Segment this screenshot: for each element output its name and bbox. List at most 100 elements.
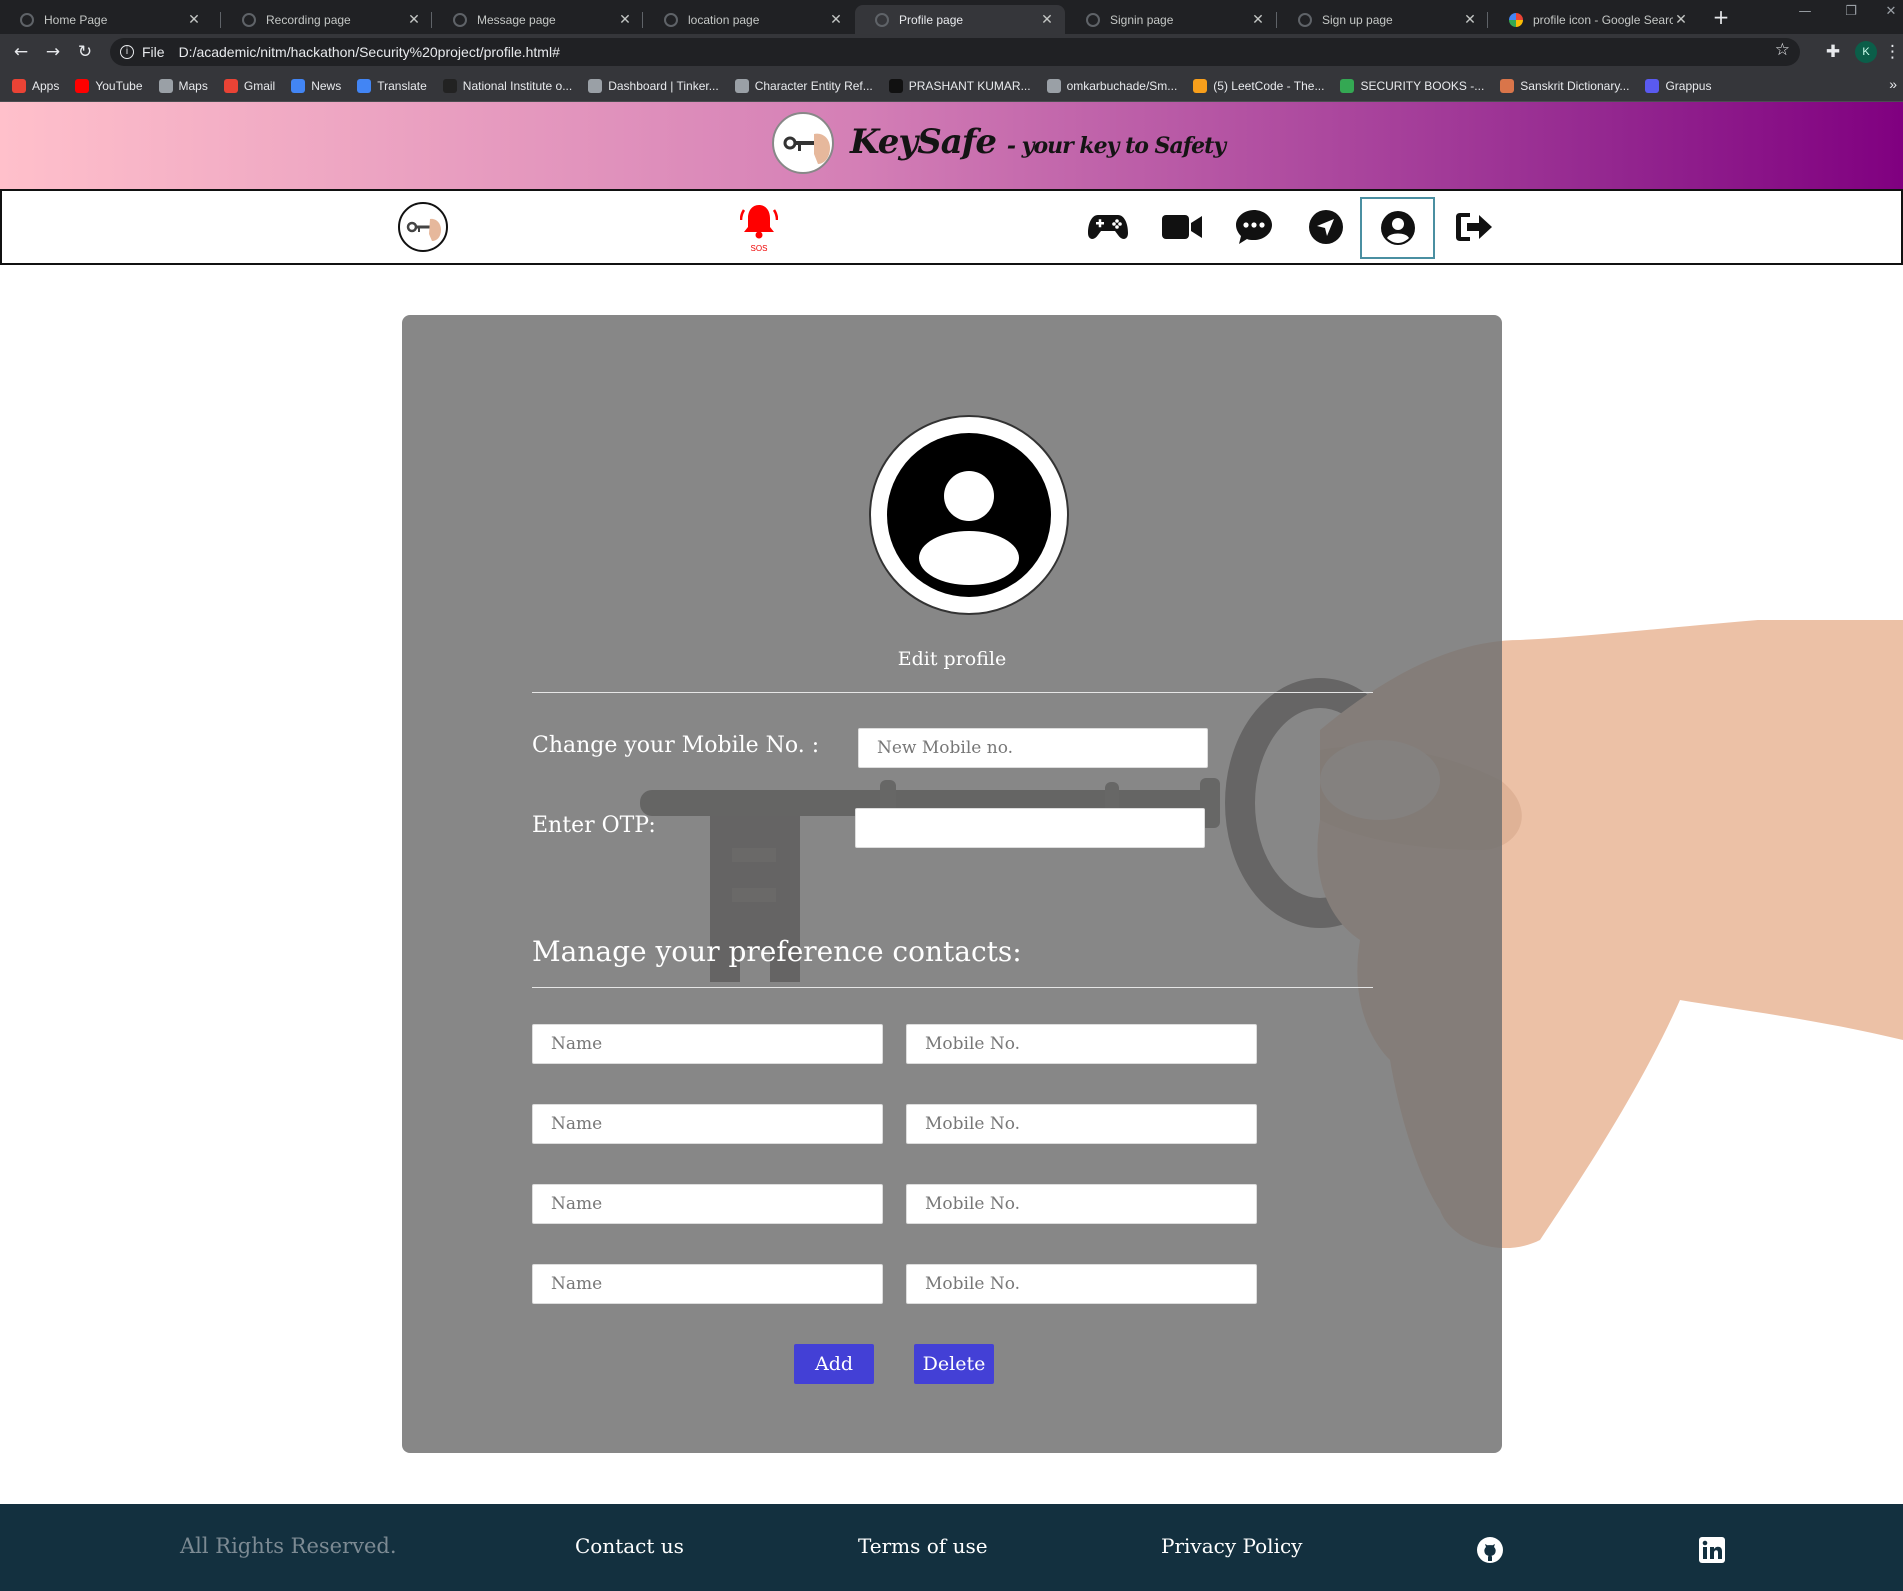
bookmark-item[interactable]: Sanskrit Dictionary... [1500,78,1629,93]
tab-home-page[interactable]: Home Page ✕ [0,5,212,34]
extensions-icon[interactable]: ✚ [1822,41,1844,63]
bookmark-star-icon[interactable]: ☆ [1775,40,1790,60]
chat-icon[interactable] [1232,205,1276,249]
contacts-section-title: Manage your preference contacts: [532,935,1022,968]
close-icon[interactable]: ✕ [1039,11,1055,28]
bookmark-item[interactable]: SECURITY BOOKS -... [1340,78,1484,93]
bookmark-item[interactable]: Maps [158,78,208,93]
user-avatar-icon [887,433,1051,597]
brand-header: KeySafe - your key to Safety [0,102,1903,189]
bookmark-item[interactable]: omkarbuchade/Sm... [1046,78,1177,93]
bookmark-favicon-icon [442,78,457,93]
bookmark-item[interactable]: Dashboard | Tinker... [588,78,719,93]
brand-tagline: - your key to Safety [1006,133,1226,159]
add-contact-button[interactable]: Add [794,1344,874,1384]
bookmark-favicon-icon [888,78,903,93]
bookmark-label: News [311,78,342,93]
sos-button[interactable]: SOS [739,202,779,253]
tab-google-search[interactable]: profile icon - Google Search ✕ [1489,5,1699,34]
tab-message-page[interactable]: Message page ✕ [433,5,643,34]
reload-icon[interactable]: ↻ [74,41,96,63]
forward-icon[interactable]: → [42,41,64,63]
user-circle-icon[interactable] [1360,197,1435,259]
bookmark-favicon-icon [223,78,238,93]
contact-mobile-input[interactable] [906,1104,1257,1144]
bookmark-item[interactable]: (5) LeetCode - The... [1193,78,1324,93]
close-icon[interactable]: ✕ [617,11,633,28]
contact-us-link[interactable]: Contact us [575,1534,684,1558]
profile-avatar[interactable]: K [1855,41,1877,63]
bookmark-item[interactable]: Character Entity Ref... [734,78,873,93]
bookmark-item[interactable]: Translate [357,78,427,93]
menu-icon[interactable]: ⋮ [1884,41,1901,63]
profile-card: Edit profile Change your Mobile No. : En… [402,315,1502,1453]
minimize-icon[interactable]: — [1780,4,1830,19]
sos-label: SOS [750,244,768,253]
profile-picture[interactable] [869,415,1069,615]
window-close-icon[interactable]: ✕ [1866,4,1903,19]
close-icon[interactable]: ✕ [828,11,844,28]
main-navbar: SOS [0,189,1903,265]
mobile-label: Change your Mobile No. : [532,733,820,758]
bookmark-item[interactable]: News [291,78,342,93]
back-icon[interactable]: ← [10,41,32,63]
close-icon[interactable]: ✕ [1673,11,1689,28]
terms-of-use-link[interactable]: Terms of use [858,1534,988,1558]
bookmark-item[interactable]: Apps [12,78,59,93]
contact-name-input[interactable] [532,1024,883,1064]
bookmark-favicon-icon [588,78,603,93]
close-icon[interactable]: ✕ [186,11,202,28]
new-mobile-input[interactable] [858,728,1208,768]
privacy-policy-link[interactable]: Privacy Policy [1161,1534,1302,1558]
tab-profile-page[interactable]: Profile page ✕ [855,5,1065,34]
bookmark-label: National Institute o... [462,78,573,93]
gamepad-icon[interactable] [1086,205,1130,249]
bookmark-label: Gmail [243,78,276,93]
linkedin-icon[interactable] [1698,1536,1726,1564]
bookmark-item[interactable]: National Institute o... [442,78,573,93]
github-icon[interactable] [1476,1536,1504,1564]
edit-profile-link[interactable]: Edit profile [402,648,1502,670]
tab-title: Profile page [899,12,964,27]
bookmark-item[interactable]: YouTube [75,78,143,93]
info-icon[interactable]: i [120,45,134,59]
otp-input[interactable] [855,808,1205,848]
contact-mobile-input[interactable] [906,1264,1257,1304]
logout-icon[interactable] [1452,205,1496,249]
tab-signup-page[interactable]: Sign up page ✕ [1278,5,1488,34]
copyright-text: All Rights Reserved. [180,1534,397,1558]
bookmark-favicon-icon [1193,78,1208,93]
contact-mobile-input[interactable] [906,1184,1257,1224]
page-footer: All Rights Reserved. Contact us Terms of… [0,1504,1903,1591]
new-tab-button[interactable]: + [1709,5,1733,29]
bookmark-item[interactable]: Gmail [223,78,276,93]
tab-location-page[interactable]: location page ✕ [644,5,854,34]
brand-name: KeySafe [850,122,997,162]
tab-title: profile icon - Google Search [1533,12,1673,27]
keysafe-logo [772,112,834,174]
more-bookmarks-icon[interactable]: » [1889,76,1897,92]
contact-name-input[interactable] [532,1184,883,1224]
tab-signin-page[interactable]: Signin page ✕ [1066,5,1276,34]
tab-title: location page [688,12,760,27]
globe-icon [242,12,256,27]
close-icon[interactable]: ✕ [1462,11,1478,28]
bookmark-favicon-icon [357,78,372,93]
contact-name-input[interactable] [532,1104,883,1144]
nav-logo[interactable] [398,202,448,252]
bookmark-item[interactable]: Grappus [1645,78,1711,93]
otp-label: Enter OTP: [532,813,656,838]
delete-contact-button[interactable]: Delete [914,1344,994,1384]
video-icon[interactable] [1160,205,1204,249]
tab-recording-page[interactable]: Recording page ✕ [222,5,432,34]
bookmark-favicon-icon [1645,78,1660,93]
contact-name-input[interactable] [532,1264,883,1304]
location-arrow-icon[interactable] [1304,205,1348,249]
close-icon[interactable]: ✕ [1250,11,1266,28]
close-icon[interactable]: ✕ [406,11,422,28]
bookmark-item[interactable]: PRASHANT KUMAR... [888,78,1031,93]
bookmark-favicon-icon [75,78,90,93]
contact-mobile-input[interactable] [906,1024,1257,1064]
address-url[interactable]: D:/academic/nitm/hackathon/Security%20pr… [179,44,560,60]
address-bar[interactable]: i File D:/academic/nitm/hackathon/Securi… [110,38,1800,66]
